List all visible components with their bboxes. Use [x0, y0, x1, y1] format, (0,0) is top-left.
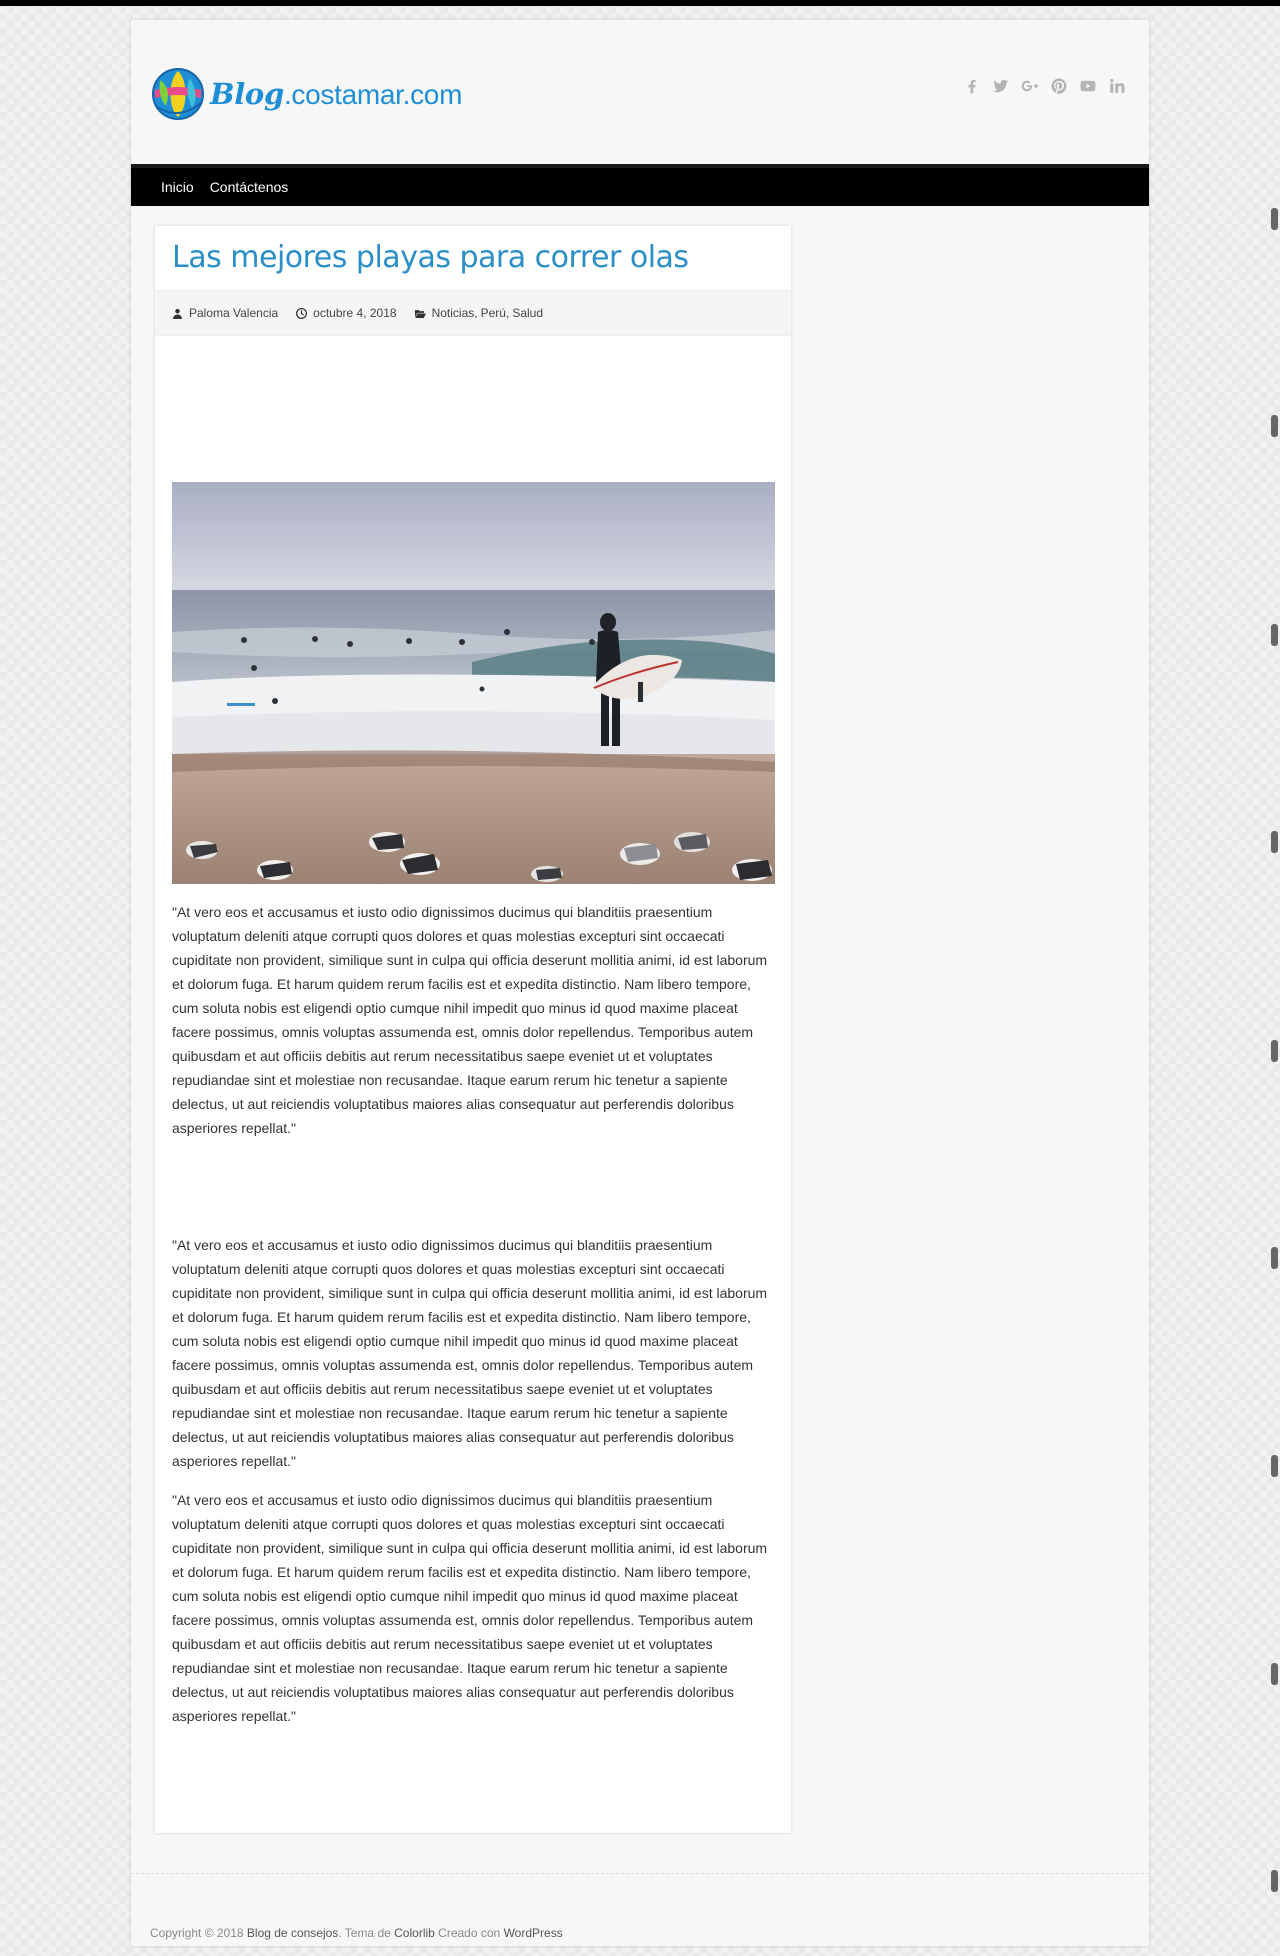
scroll-marker	[1271, 1455, 1278, 1477]
featured-image	[172, 482, 775, 884]
article-meta: Paloma Valencia octubre 4, 2018 Noticias…	[155, 290, 791, 336]
folder-open-icon	[414, 309, 426, 318]
scroll-marker	[1271, 208, 1278, 230]
footer-theme-prefix: . Tema de	[338, 1926, 391, 1940]
scroll-marker	[1271, 831, 1278, 853]
google-plus-icon[interactable]	[1020, 76, 1040, 96]
clock-icon	[296, 307, 308, 319]
pinterest-icon[interactable]	[1049, 76, 1069, 96]
site-logo-text: Blog.costamar.com	[210, 77, 462, 111]
page-wrapper: Blog.costamar.com Inicio Contáctenos Las…	[131, 20, 1149, 1946]
category-separator: ,	[474, 306, 478, 320]
scroll-marker	[1271, 1247, 1278, 1269]
meta-date: octubre 4, 2018	[296, 306, 397, 320]
article-card: Las mejores playas para correr olas Palo…	[155, 226, 791, 1833]
social-links	[962, 76, 1127, 96]
youtube-icon[interactable]	[1078, 76, 1098, 96]
footer-theme-link[interactable]: Colorlib	[394, 1926, 435, 1940]
site-logo[interactable]: Blog.costamar.com	[150, 66, 462, 122]
scroll-marker	[1271, 1663, 1278, 1685]
globe-logo-icon	[152, 68, 204, 120]
date-link[interactable]: octubre 4, 2018	[313, 306, 396, 320]
meta-categories: Noticias, Perú, Salud	[414, 306, 543, 320]
site-footer: Copyright © 2018 Blog de consejos. Tema …	[150, 1926, 563, 1940]
article-title[interactable]: Las mejores playas para correr olas	[172, 240, 689, 275]
scroll-marker	[1271, 1040, 1278, 1062]
footer-site-link[interactable]: Blog de consejos	[247, 1926, 338, 1940]
footer-divider	[131, 1873, 1149, 1874]
footer-created-prefix: Creado con	[438, 1926, 501, 1940]
scroll-marker	[1271, 1870, 1278, 1892]
category-link-salud[interactable]: Salud	[512, 306, 543, 320]
user-icon	[173, 308, 182, 319]
nav-item-inicio[interactable]: Inicio	[161, 168, 206, 206]
meta-author: Paloma Valencia	[172, 306, 278, 320]
logo-text-domain: .costamar.com	[283, 79, 463, 110]
footer-copyright: Copyright © 2018	[150, 1926, 244, 1940]
main-nav: Inicio Contáctenos	[131, 164, 1149, 206]
article-paragraph: "At vero eos et accusamus et iusto odio …	[172, 904, 768, 1136]
linkedin-icon[interactable]	[1107, 76, 1127, 96]
scroll-marker	[1271, 415, 1278, 437]
footer-wordpress-link[interactable]: WordPress	[504, 1926, 563, 1940]
category-link-peru[interactable]: Perú	[481, 306, 506, 320]
logo-text-blog: Blog	[210, 77, 284, 111]
article-paragraph: "At vero eos et accusamus et iusto odio …	[172, 1237, 768, 1469]
top-bar	[0, 0, 1280, 6]
author-link[interactable]: Paloma Valencia	[189, 306, 278, 320]
category-link-noticias[interactable]: Noticias	[432, 306, 475, 320]
nav-item-contactenos[interactable]: Contáctenos	[210, 168, 301, 206]
twitter-icon[interactable]	[991, 76, 1011, 96]
article-paragraph: "At vero eos et accusamus et iusto odio …	[172, 1492, 768, 1724]
facebook-icon[interactable]	[962, 76, 982, 96]
site-header: Blog.costamar.com	[131, 20, 1149, 164]
scroll-marker	[1271, 624, 1278, 646]
category-separator: ,	[505, 306, 510, 320]
